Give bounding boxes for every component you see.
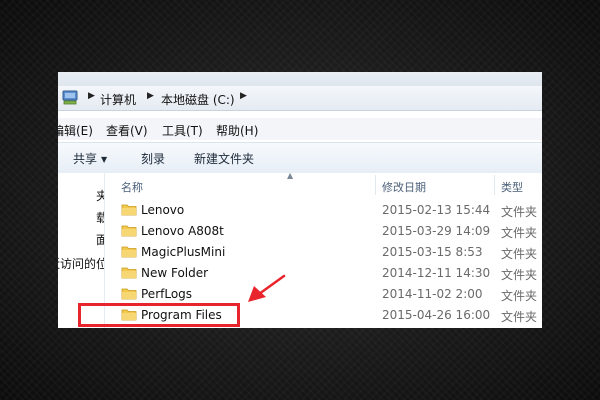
menu-tools[interactable]: 工具(T) bbox=[162, 122, 203, 139]
file-type: 文件夹 bbox=[501, 289, 538, 303]
menu-view[interactable]: 查看(V) bbox=[106, 122, 148, 139]
file-row[interactable]: New Folder 2014-12-11 14:30 文件夹 bbox=[105, 263, 542, 284]
folder-icon bbox=[121, 246, 137, 258]
file-row[interactable]: MagicPlusMini 2015-03-15 8:53 文件夹 bbox=[105, 242, 542, 263]
command-toolbar: 共享 ▼ 刻录 新建文件夹 bbox=[58, 142, 542, 174]
column-separator[interactable] bbox=[375, 175, 376, 195]
file-modified-date: 2014-12-11 14:30 bbox=[382, 266, 491, 280]
highlight-box bbox=[78, 303, 240, 327]
nav-item-favorites[interactable]: 夹 bbox=[96, 187, 104, 204]
breadcrumb-computer[interactable]: 计算机 bbox=[100, 91, 136, 108]
share-button-label: 共享 bbox=[73, 152, 98, 166]
file-name: Lenovo A808t bbox=[141, 224, 224, 238]
address-bar[interactable]: ▶ 计算机 ▶ 本地磁盘 (C:) ▶ bbox=[58, 86, 542, 111]
menu-help[interactable]: 帮助(H) bbox=[216, 122, 258, 139]
share-button[interactable]: 共享 ▼ bbox=[73, 150, 107, 167]
column-separator[interactable] bbox=[494, 175, 495, 195]
nav-item-downloads[interactable]: 载 bbox=[96, 209, 104, 226]
file-modified-date: 2015-03-15 8:53 bbox=[382, 245, 483, 259]
sort-ascending-icon: ▲ bbox=[287, 171, 294, 180]
title-strip bbox=[58, 72, 542, 86]
breadcrumb-arrow-icon[interactable]: ▶ bbox=[147, 91, 154, 101]
breadcrumb-drive-c[interactable]: 本地磁盘 (C:) bbox=[161, 91, 235, 108]
file-name: MagicPlusMini bbox=[141, 245, 226, 259]
column-header-date[interactable]: 修改日期 bbox=[382, 179, 426, 195]
explorer-window: ▶ 计算机 ▶ 本地磁盘 (C:) ▶ 编辑(E) 查看(V) 工具(T) 帮助… bbox=[58, 72, 542, 328]
file-name: New Folder bbox=[141, 266, 209, 280]
file-type: 文件夹 bbox=[501, 205, 538, 219]
file-name: Lenovo bbox=[141, 203, 185, 217]
breadcrumb-arrow-icon[interactable]: ▶ bbox=[240, 91, 247, 101]
nav-item-desktop[interactable]: 面 bbox=[96, 231, 104, 248]
chevron-down-icon: ▼ bbox=[101, 155, 108, 164]
folder-icon bbox=[121, 225, 137, 237]
file-type: 文件夹 bbox=[501, 310, 538, 324]
file-row[interactable]: PerfLogs 2014-11-02 2:00 文件夹 bbox=[105, 284, 542, 305]
file-row[interactable]: Lenovo A808t 2015-03-29 14:09 文件夹 bbox=[105, 221, 542, 242]
file-modified-date: 2015-03-29 14:09 bbox=[382, 224, 491, 238]
folder-icon bbox=[121, 288, 137, 300]
column-header-name[interactable]: 名称 bbox=[121, 179, 143, 195]
breadcrumb-arrow-icon[interactable]: ▶ bbox=[88, 91, 95, 101]
file-modified-date: 2015-04-26 16:00 bbox=[382, 308, 491, 322]
burn-button[interactable]: 刻录 bbox=[141, 150, 165, 167]
file-type: 文件夹 bbox=[501, 226, 538, 240]
menu-edit[interactable]: 编辑(E) bbox=[58, 122, 93, 139]
menu-bar: 编辑(E) 查看(V) 工具(T) 帮助(H) bbox=[58, 118, 542, 140]
file-type: 文件夹 bbox=[501, 268, 538, 282]
file-row[interactable]: Lenovo 2015-02-13 15:44 文件夹 bbox=[105, 200, 542, 221]
computer-icon bbox=[62, 90, 78, 105]
nav-item-recent[interactable]: 最近访问的位 bbox=[58, 255, 104, 272]
folder-icon bbox=[121, 204, 137, 216]
new-folder-button[interactable]: 新建文件夹 bbox=[194, 150, 254, 167]
folder-icon bbox=[121, 267, 137, 279]
file-modified-date: 2014-11-02 2:00 bbox=[382, 287, 483, 301]
column-header-type[interactable]: 类型 bbox=[501, 179, 523, 195]
file-type: 文件夹 bbox=[501, 247, 538, 261]
file-modified-date: 2015-02-13 15:44 bbox=[382, 203, 491, 217]
column-header-row: ▲ 名称 修改日期 类型 bbox=[105, 171, 542, 197]
file-name: PerfLogs bbox=[141, 287, 193, 301]
